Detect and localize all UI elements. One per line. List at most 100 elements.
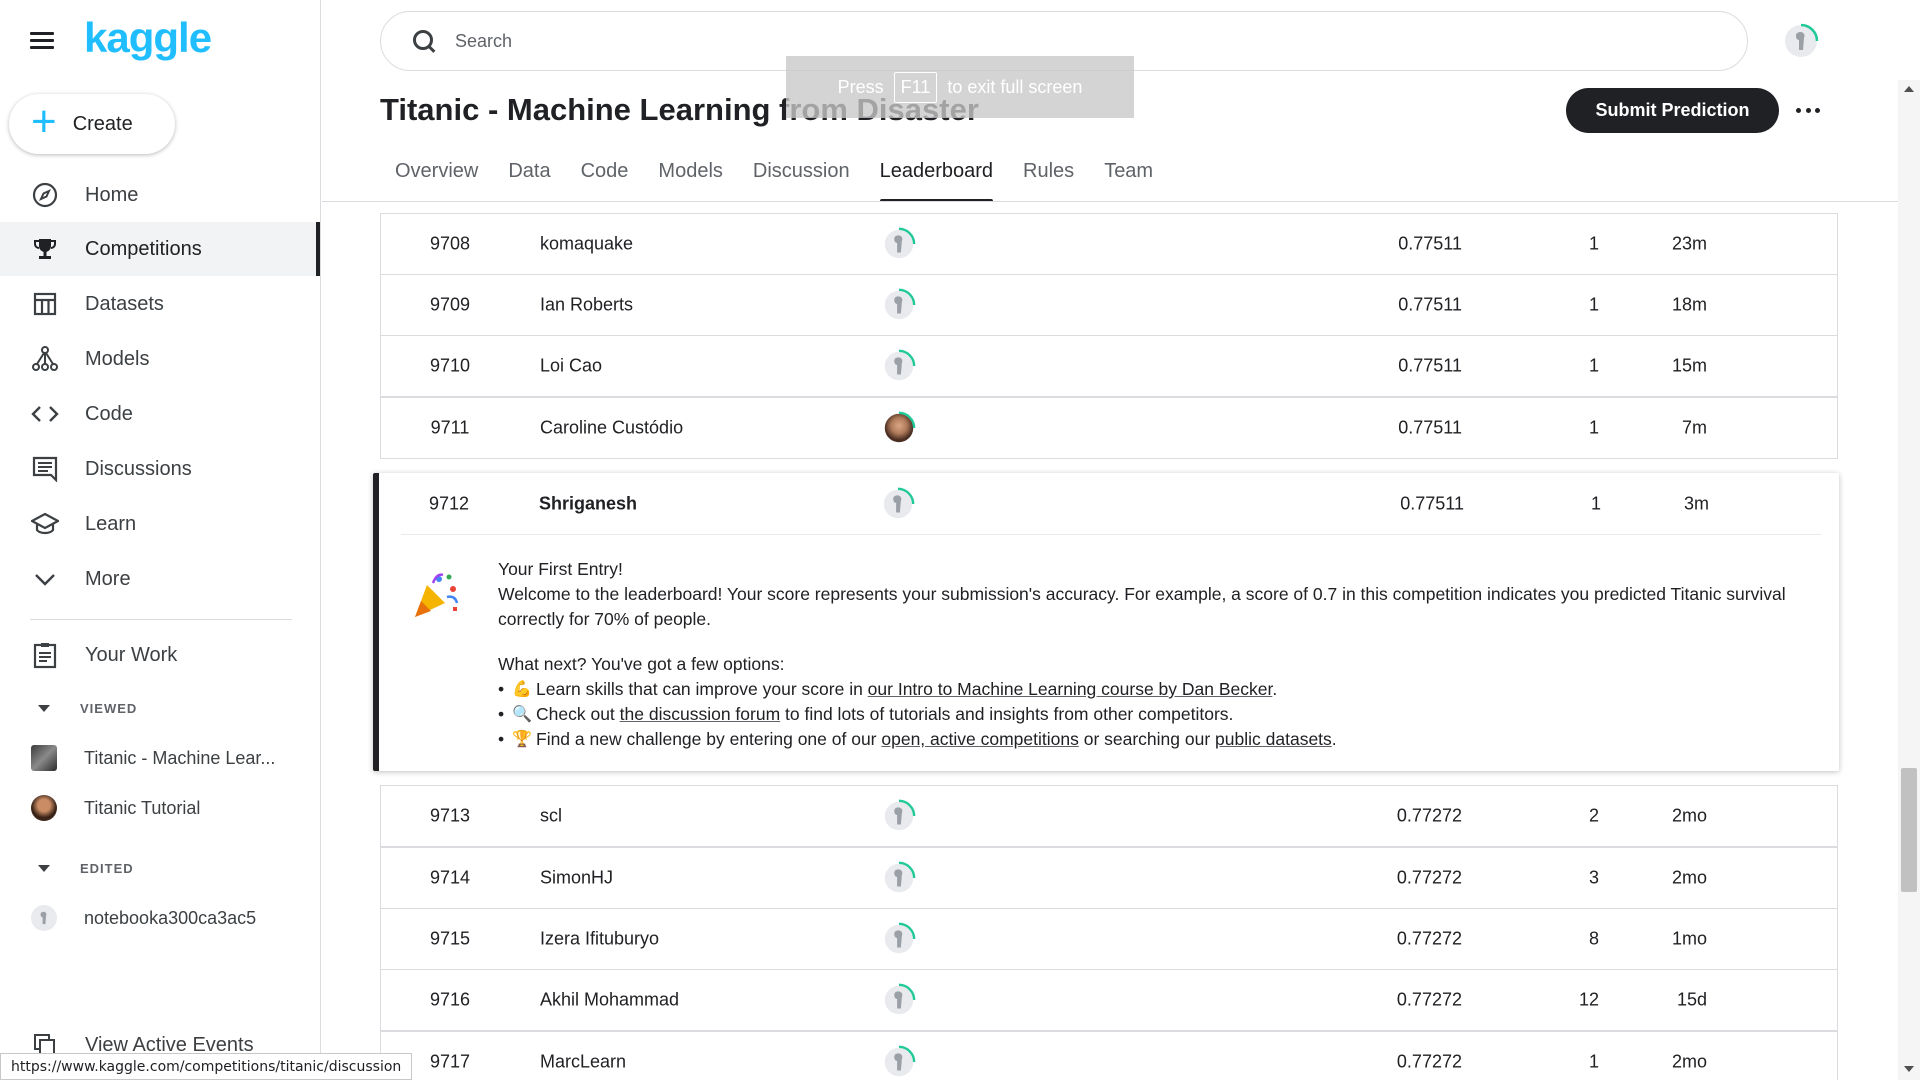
team-name[interactable]: Ian Roberts <box>540 295 633 316</box>
sidebar-item-label: Models <box>85 347 150 370</box>
viewed-label: VIEWED <box>80 701 138 716</box>
leaderboard-row[interactable]: 9717 MarcLearn 0.77272 1 2mo <box>380 1031 1838 1080</box>
hint-text: to exit full screen <box>947 76 1083 97</box>
team-avatar[interactable] <box>881 226 917 262</box>
tab-code[interactable]: Code <box>581 154 629 202</box>
viewed-item-titanic-tutorial[interactable]: Titanic Tutorial <box>0 788 320 828</box>
sidebar-item-your-work[interactable]: Your Work <box>0 628 320 682</box>
team-name[interactable]: MarcLearn <box>540 1052 626 1073</box>
leaderboard-row[interactable]: 9715 Izera Ifituburyo 0.77272 8 1mo <box>380 908 1838 970</box>
leaderboard-row[interactable]: 9710 Loi Cao 0.77511 1 15m <box>380 335 1838 397</box>
option-text: or searching our <box>1078 729 1216 749</box>
sidebar-item-label: Code <box>85 402 133 425</box>
leaderboard-row[interactable]: 9708 komaquake 0.77511 1 23m <box>380 213 1838 275</box>
active-competitions-link[interactable]: open, active competitions <box>881 729 1078 749</box>
search-input[interactable] <box>455 30 1655 52</box>
edited-section-header[interactable]: EDITED <box>30 861 134 876</box>
sidebar-item-competitions[interactable]: Competitions <box>0 222 320 276</box>
team-avatar[interactable] <box>881 982 917 1018</box>
team-avatar[interactable] <box>881 410 917 446</box>
entries: 1 <box>1588 355 1599 376</box>
trophy-emoji-icon: 🏆 <box>512 731 532 748</box>
sidebar-item-datasets[interactable]: Datasets <box>0 277 320 331</box>
my-leaderboard-row[interactable]: 9712 Shriganesh 0.77511 1 3m <box>379 473 1839 535</box>
last-submission: 15m <box>1671 355 1707 376</box>
discussion-icon <box>31 455 59 483</box>
tab-leaderboard[interactable]: Leaderboard <box>879 154 994 202</box>
edited-item-notebook[interactable]: notebooka300ca3ac5 <box>0 898 320 938</box>
last-submission: 2mo <box>1671 867 1707 888</box>
tab-discussion[interactable]: Discussion <box>753 154 850 202</box>
page-scrollbar[interactable] <box>1898 80 1920 1080</box>
team-name[interactable]: Shriganesh <box>539 494 637 515</box>
option-text: . <box>1331 729 1337 749</box>
sidebar-item-discussions[interactable]: Discussions <box>0 442 320 496</box>
create-label: Create <box>72 112 133 135</box>
team-name[interactable]: Akhil Mohammad <box>540 990 679 1011</box>
tab-overview[interactable]: Overview <box>395 154 478 202</box>
public-datasets-link[interactable]: public datasets <box>1215 729 1332 749</box>
score: 0.77511 <box>1398 294 1462 315</box>
entries: 12 <box>1578 989 1599 1010</box>
tab-models[interactable]: Models <box>658 154 722 202</box>
leaderboard-row[interactable]: 9714 SimonHJ 0.77272 3 2mo <box>380 847 1838 909</box>
entries: 1 <box>1588 1051 1599 1072</box>
scrollbar-thumb[interactable] <box>1901 768 1917 892</box>
sidebar-item-label: Your Work <box>85 643 178 666</box>
my-entry-card: 9712 Shriganesh 0.77511 1 3m Your First … <box>373 473 1839 771</box>
intro-ml-course-link[interactable]: our Intro to Machine Learning course by … <box>868 679 1273 699</box>
team-avatar[interactable] <box>881 798 917 834</box>
flexed-biceps-icon: 💪 <box>512 681 532 698</box>
team-avatar[interactable] <box>880 486 916 522</box>
last-submission: 23m <box>1671 233 1707 254</box>
create-button[interactable]: + Create <box>9 94 175 154</box>
discussion-forum-link[interactable]: the discussion forum <box>620 704 781 724</box>
team-name[interactable]: komaquake <box>540 234 633 255</box>
tab-data[interactable]: Data <box>508 154 550 202</box>
score: 0.77511 <box>1398 355 1462 376</box>
leaderboard-row[interactable]: 9711 Caroline Custódio 0.77511 1 7m <box>380 397 1838 459</box>
option-text: to find lots of tutorials and insights f… <box>780 704 1234 724</box>
option-text: Learn skills that can improve your score… <box>536 679 868 699</box>
tab-rules[interactable]: Rules <box>1023 154 1074 202</box>
menu-icon[interactable] <box>30 28 60 52</box>
sidebar-item-more[interactable]: More <box>0 552 320 606</box>
team-name[interactable]: Loi Cao <box>540 356 602 377</box>
kaggle-logo[interactable]: kaggle <box>84 14 212 62</box>
titanic-thumbnail <box>31 745 57 771</box>
sidebar-item-learn[interactable]: Learn <box>0 497 320 551</box>
sidebar-item-models[interactable]: Models <box>0 332 320 386</box>
leaderboard-row[interactable]: 9709 Ian Roberts 0.77511 1 18m <box>380 274 1838 336</box>
submit-prediction-button[interactable]: Submit Prediction <box>1566 88 1779 133</box>
option-text: Check out <box>536 704 620 724</box>
first-entry-welcome: Welcome to the leaderboard! Your score r… <box>498 584 1786 629</box>
sidebar-item-code[interactable]: Code <box>0 387 320 441</box>
option-learn: • 💪 Learn skills that can improve your sc… <box>498 677 1818 702</box>
team-avatar[interactable] <box>881 348 917 384</box>
viewed-item-titanic[interactable]: Titanic - Machine Lear... <box>0 738 320 778</box>
more-options-icon[interactable] <box>1796 98 1820 122</box>
scroll-up-arrow-icon[interactable] <box>1904 86 1914 92</box>
sidebar-item-home[interactable]: Home <box>0 168 320 222</box>
entries: 8 <box>1588 928 1599 949</box>
leaderboard-row[interactable]: 9713 scl 0.77272 2 2mo <box>380 785 1838 847</box>
tab-team[interactable]: Team <box>1104 154 1153 202</box>
team-avatar[interactable] <box>881 860 917 896</box>
team-avatar[interactable] <box>881 1044 917 1080</box>
option-challenge: • 🏆 Find a new challenge by entering one … <box>498 727 1818 752</box>
team-avatar[interactable] <box>881 921 917 957</box>
team-name[interactable]: scl <box>540 806 562 827</box>
team-avatar[interactable] <box>881 287 917 323</box>
team-name[interactable]: Izera Ifituburyo <box>540 929 659 950</box>
scroll-down-arrow-icon[interactable] <box>1904 1066 1914 1072</box>
user-avatar <box>31 795 57 821</box>
team-name[interactable]: Caroline Custódio <box>540 418 683 439</box>
viewed-section-header[interactable]: VIEWED <box>30 701 137 716</box>
edited-label: EDITED <box>80 861 134 876</box>
leaderboard-row[interactable]: 9716 Akhil Mohammad 0.77272 12 15d <box>380 969 1838 1031</box>
user-avatar-button[interactable] <box>1782 22 1820 60</box>
team-name[interactable]: SimonHJ <box>540 868 613 889</box>
first-entry-message: Your First Entry! Welcome to the leaderb… <box>498 557 1818 752</box>
score: 0.77272 <box>1396 1051 1462 1072</box>
rank: 9710 <box>429 355 471 376</box>
